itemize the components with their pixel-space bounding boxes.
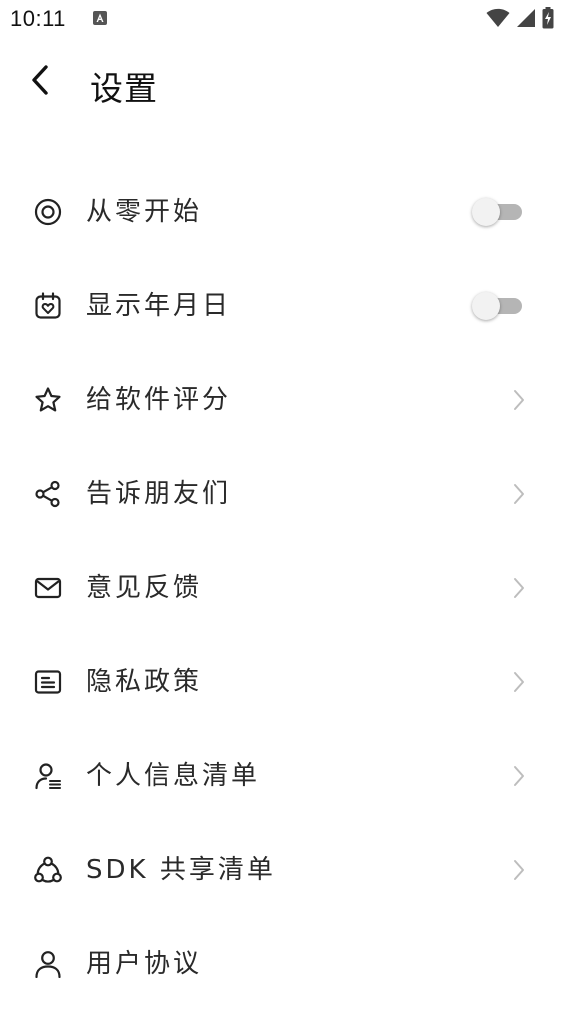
start-from-zero-toggle[interactable]	[472, 198, 522, 226]
settings-item-label: 个人信息清单	[86, 761, 261, 791]
settings-item-rate-app[interactable]: 给软件评分	[0, 353, 564, 447]
toggle-thumb	[472, 198, 500, 226]
back-button[interactable]	[22, 60, 58, 104]
settings-item-label: 用户协议	[86, 949, 203, 979]
settings-item-sdk-share-list[interactable]: SDK 共享清单	[0, 823, 564, 917]
chevron-right-icon	[510, 765, 528, 787]
chevron-right-icon	[510, 389, 528, 411]
settings-item-personal-info-list[interactable]: 个人信息清单	[0, 729, 564, 823]
settings-item-label: 给软件评分	[86, 385, 232, 415]
user-list-icon	[34, 762, 62, 790]
settings-item-show-date[interactable]: 显示年月日	[0, 259, 564, 353]
settings-item-label: 从零开始	[86, 197, 203, 227]
calendar-heart-icon	[34, 292, 62, 320]
header: 设置	[0, 48, 564, 118]
chevron-left-icon	[29, 64, 51, 100]
status-icons	[486, 7, 554, 33]
share-icon	[34, 480, 62, 508]
star-icon	[34, 386, 62, 414]
settings-item-start-from-zero[interactable]: 从零开始	[0, 165, 564, 259]
settings-item-label: 显示年月日	[86, 291, 232, 321]
signal-icon	[516, 8, 536, 32]
user-icon	[34, 950, 62, 979]
app-notification-icon	[92, 10, 108, 26]
settings-item-share[interactable]: 告诉朋友们	[0, 447, 564, 541]
page-title: 设置	[90, 69, 158, 108]
battery-charging-icon	[542, 7, 554, 33]
settings-list: 从零开始 显示年月日 给软件评分 告诉朋友们 意见反馈 隐私政策 个人信息清单 …	[0, 165, 564, 1011]
settings-item-label: 隐私政策	[86, 667, 203, 697]
wifi-icon	[486, 8, 510, 32]
settings-item-feedback[interactable]: 意见反馈	[0, 541, 564, 635]
chevron-right-icon	[510, 577, 528, 599]
status-bar: 10:11	[0, 0, 564, 40]
settings-item-user-agreement[interactable]: 用户协议	[0, 917, 564, 1011]
chevron-right-icon	[510, 483, 528, 505]
nodes-share-icon	[34, 856, 62, 884]
show-date-toggle[interactable]	[472, 292, 522, 320]
mail-icon	[34, 574, 62, 602]
toggle-thumb	[472, 292, 500, 320]
target-circle-icon	[34, 198, 62, 226]
status-time: 10:11	[10, 6, 66, 31]
settings-item-label: 意见反馈	[86, 573, 203, 603]
document-icon	[34, 668, 62, 696]
chevron-right-icon	[510, 859, 528, 881]
settings-item-label: 告诉朋友们	[86, 479, 232, 509]
settings-item-privacy-policy[interactable]: 隐私政策	[0, 635, 564, 729]
settings-item-label: SDK 共享清单	[86, 855, 276, 885]
chevron-right-icon	[510, 671, 528, 693]
